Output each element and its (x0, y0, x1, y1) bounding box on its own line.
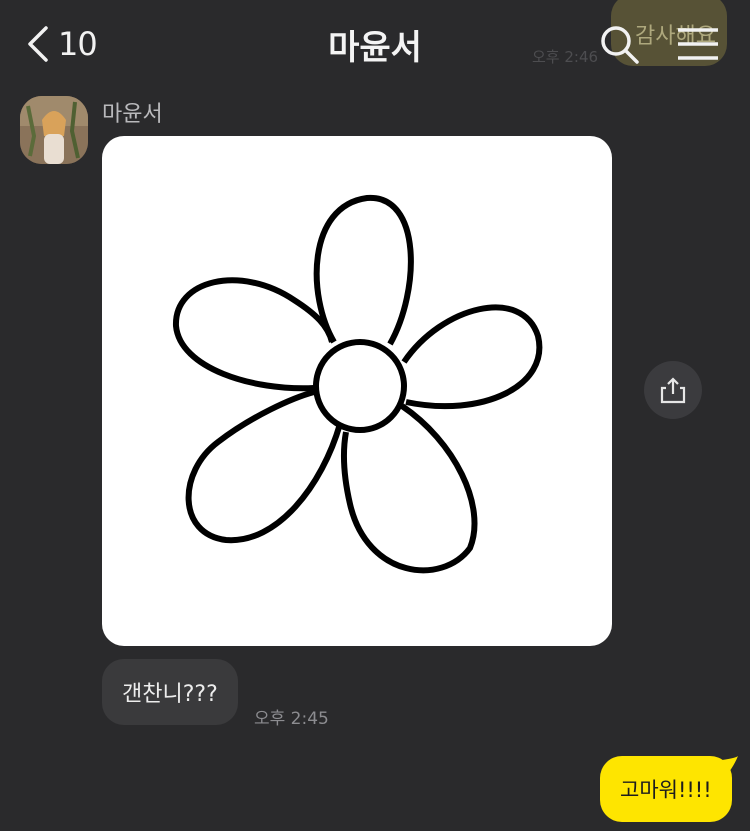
share-button[interactable] (644, 361, 702, 419)
flower-drawing-image (172, 194, 543, 574)
outgoing-message-text: 고마워!!!! (620, 778, 712, 802)
hamburger-menu-icon (678, 28, 718, 60)
chat-header: 감사해요 오후 2:46 10 마윤서 (0, 0, 750, 84)
incoming-message-text: 갠찬니??? (122, 682, 218, 707)
share-upload-icon (660, 377, 686, 404)
avatar[interactable] (20, 96, 88, 164)
incoming-message-bubble[interactable]: 갠찬니??? (102, 659, 238, 725)
outgoing-message-bubble[interactable]: 고마워!!!! (600, 756, 732, 822)
sender-name: 마윤서 (102, 102, 163, 127)
message-timestamp: 오후 2:45 (254, 709, 329, 729)
search-icon (601, 26, 639, 64)
search-button[interactable] (597, 22, 641, 66)
image-message[interactable] (102, 136, 612, 646)
bubble-tail-icon (722, 756, 738, 776)
profile-photo-icon (20, 96, 88, 164)
menu-button[interactable] (676, 22, 720, 66)
